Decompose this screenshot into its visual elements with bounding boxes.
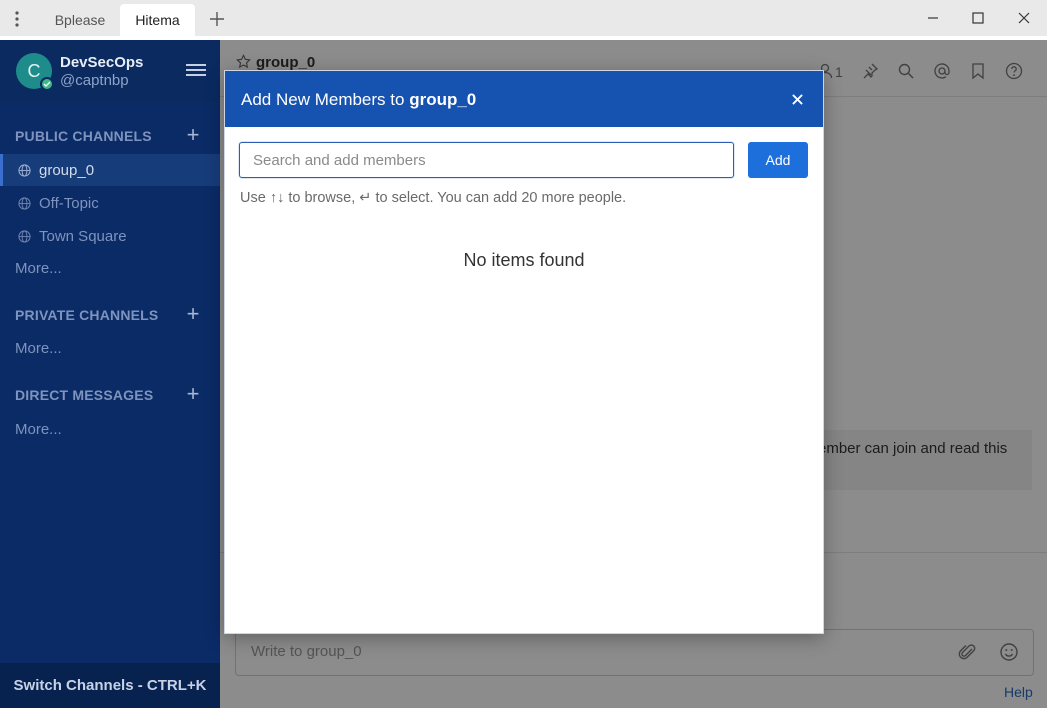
- tab-bplease[interactable]: Bplease: [40, 4, 120, 36]
- modal-title-prefix: Add New Members to: [241, 90, 410, 109]
- keyboard-hint: Use ↑↓ to browse, ↵ to select. You can a…: [240, 190, 627, 206]
- sidebar-backdrop: [0, 40, 220, 708]
- vertical-dots-icon[interactable]: [6, 8, 28, 30]
- add-members-modal: Add New Members to group_0 Search and ad…: [224, 70, 824, 634]
- tab-hitema[interactable]: Hitema: [120, 4, 195, 36]
- plus-icon[interactable]: [205, 6, 229, 32]
- title-bar: Bplease Hitema: [0, 0, 1047, 36]
- close-icon[interactable]: [787, 89, 807, 109]
- search-members-input[interactable]: Search and add members: [239, 142, 734, 178]
- empty-results-message: No items found: [463, 250, 585, 270]
- close-icon[interactable]: [1001, 0, 1047, 36]
- maximize-icon[interactable]: [955, 0, 1001, 36]
- modal-header: Add New Members to group_0: [225, 71, 823, 127]
- add-button[interactable]: Add: [748, 142, 808, 178]
- modal-title: Add New Members to group_0: [241, 90, 476, 110]
- minimize-icon[interactable]: [910, 0, 956, 36]
- search-members-placeholder: Search and add members: [253, 152, 426, 169]
- modal-title-channel: group_0: [409, 90, 477, 109]
